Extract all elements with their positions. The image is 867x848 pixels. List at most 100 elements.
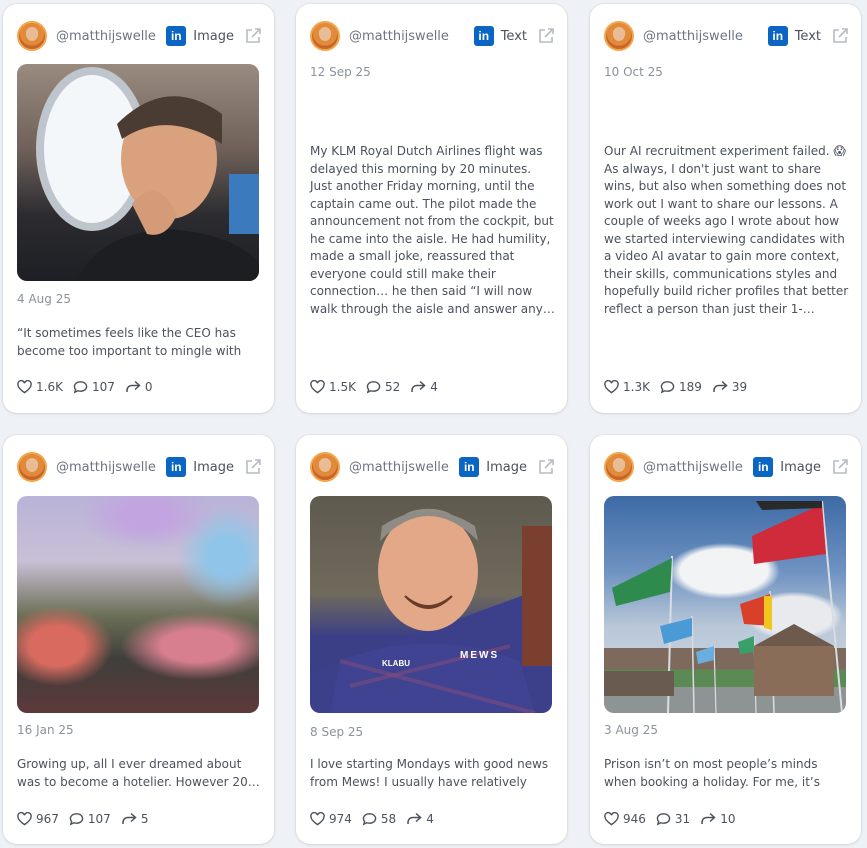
comment-icon	[362, 813, 377, 826]
card-header: @matthijswelle in Text	[604, 18, 849, 54]
external-link-icon[interactable]	[244, 27, 262, 45]
post-stats: 967 107 5	[17, 812, 158, 826]
post-date: 16 Jan 25	[17, 723, 74, 737]
external-link-icon[interactable]	[244, 458, 262, 476]
share-icon	[122, 812, 137, 824]
comments-stat: 107	[73, 380, 115, 394]
post-image[interactable]: KLABU MEWS	[310, 496, 552, 713]
heart-icon	[17, 812, 32, 826]
post-image[interactable]	[17, 496, 259, 713]
post-date: 10 Oct 25	[604, 65, 663, 79]
post-type-label: Image	[193, 459, 234, 475]
comments-count: 107	[87, 812, 111, 826]
avatar[interactable]	[604, 452, 634, 482]
heart-icon	[310, 812, 325, 826]
linkedin-icon: in	[459, 457, 480, 477]
likes-count: 1.3K	[623, 380, 650, 394]
external-link-icon[interactable]	[831, 27, 849, 45]
comment-icon	[69, 813, 84, 826]
post-card[interactable]: @matthijswelle in Text 10 Oct 25 Our AI …	[590, 4, 861, 413]
author-handle[interactable]: @matthijswelle	[643, 29, 768, 44]
post-text[interactable]: My KLM Royal Dutch Airlines flight was d…	[310, 143, 556, 318]
share-icon	[713, 380, 728, 392]
avatar[interactable]	[310, 452, 340, 482]
plane-window-illustration	[36, 67, 259, 281]
shares-stat: 5	[121, 812, 149, 826]
shares-stat: 10	[700, 812, 735, 826]
shares-count: 5	[140, 812, 149, 826]
comment-icon	[366, 381, 381, 394]
comments-count: 107	[91, 380, 115, 394]
heart-icon	[310, 380, 325, 394]
external-link-icon[interactable]	[537, 27, 555, 45]
post-image[interactable]	[604, 496, 846, 713]
share-icon	[411, 380, 426, 392]
heart-icon	[604, 380, 619, 394]
heart-icon	[17, 380, 32, 394]
comment-icon	[656, 813, 671, 826]
comments-stat: 189	[660, 380, 702, 394]
post-text[interactable]: Growing up, all I ever dreamed about was…	[17, 756, 261, 791]
shares-stat: 4	[406, 812, 434, 826]
avatar[interactable]	[310, 21, 340, 51]
comments-stat: 58	[362, 812, 396, 826]
avatar[interactable]	[17, 452, 47, 482]
author-handle[interactable]: @matthijswelle	[349, 29, 474, 44]
linkedin-icon: in	[473, 26, 494, 46]
likes-count: 1.5K	[329, 380, 356, 394]
post-type-label: Image	[193, 28, 234, 44]
likes-count: 967	[36, 812, 59, 826]
likes-stat: 974	[310, 812, 352, 826]
comments-count: 31	[674, 812, 691, 826]
author-handle[interactable]: @matthijswelle	[56, 29, 166, 44]
likes-stat: 967	[17, 812, 59, 826]
comments-count: 52	[384, 380, 401, 394]
shares-stat: 4	[410, 380, 438, 394]
post-card[interactable]: @matthijswelle in Image 3 Aug 25 Prison …	[590, 435, 861, 844]
shirt-label-mews: MEWS	[460, 650, 499, 661]
shares-count: 39	[731, 380, 748, 394]
likes-stat: 1.5K	[310, 380, 356, 394]
author-handle[interactable]: @matthijswelle	[349, 460, 459, 475]
post-date: 8 Sep 25	[310, 725, 364, 739]
external-link-icon[interactable]	[831, 458, 849, 476]
likes-count: 1.6K	[36, 380, 63, 394]
external-link-icon[interactable]	[537, 458, 555, 476]
card-header: @matthijswelle in Image	[17, 449, 262, 485]
author-handle[interactable]: @matthijswelle	[643, 460, 753, 475]
heart-icon	[604, 812, 619, 826]
post-stats: 974 58 4	[310, 812, 444, 826]
comments-stat: 31	[656, 812, 690, 826]
shares-stat: 39	[712, 380, 747, 394]
post-text[interactable]: Prison isn’t on most people’s minds when…	[604, 756, 848, 791]
likes-count: 974	[329, 812, 352, 826]
post-card[interactable]: @matthijswelle in Image 4 Aug 25 “It som…	[3, 4, 274, 413]
flags-illustration	[604, 500, 843, 713]
likes-stat: 946	[604, 812, 646, 826]
share-icon	[126, 380, 141, 392]
share-icon	[701, 812, 716, 824]
comments-count: 58	[380, 812, 397, 826]
post-card[interactable]: @matthijswelle in Image KLABU MEWS 8 Sep…	[296, 435, 567, 844]
shares-count: 4	[430, 380, 438, 394]
post-type-label: Image	[780, 459, 821, 475]
author-handle[interactable]: @matthijswelle	[56, 460, 166, 475]
card-header: @matthijswelle in Image	[604, 449, 849, 485]
linkedin-icon: in	[166, 26, 187, 46]
shares-stat: 0	[125, 380, 153, 394]
avatar[interactable]	[604, 21, 634, 51]
post-text[interactable]: I love starting Mondays with good news f…	[310, 756, 554, 791]
comments-stat: 107	[69, 812, 111, 826]
comments-count: 189	[678, 380, 702, 394]
post-type-label: Image	[486, 459, 527, 475]
post-stats: 1.5K 52 4	[310, 380, 448, 394]
post-card[interactable]: @matthijswelle in Text 12 Sep 25 My KLM …	[296, 4, 567, 413]
avatar[interactable]	[17, 21, 47, 51]
post-text[interactable]: “It sometimes feels like the CEO has bec…	[17, 325, 261, 360]
post-date: 12 Sep 25	[310, 65, 371, 79]
post-text[interactable]: Our AI recruitment experiment failed. 😱 …	[604, 143, 850, 318]
post-image[interactable]	[17, 64, 259, 281]
post-card[interactable]: @matthijswelle in Image 16 Jan 25 Growin…	[3, 435, 274, 844]
comment-icon	[660, 381, 675, 394]
likes-count: 946	[623, 812, 646, 826]
